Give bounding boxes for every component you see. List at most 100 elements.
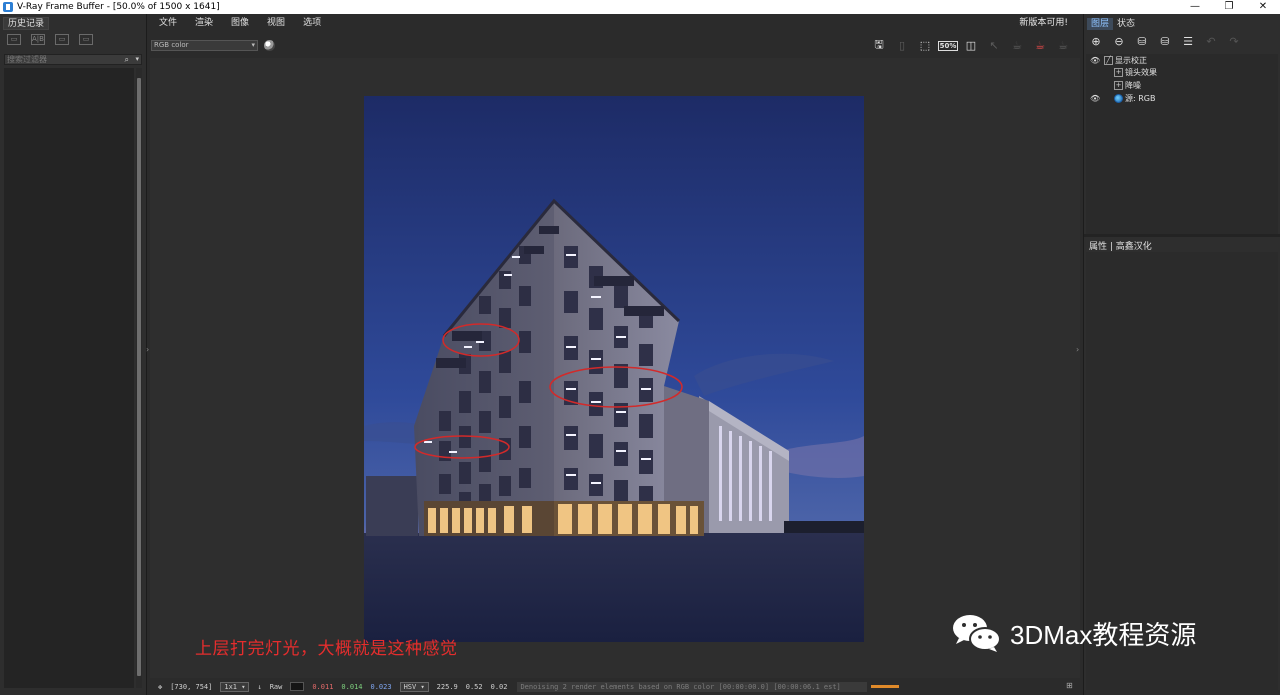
menu-options[interactable]: 选项 bbox=[303, 15, 321, 28]
render-last-icon[interactable]: ☕ bbox=[1008, 37, 1026, 54]
delete-history-icon[interactable]: ▭ bbox=[79, 34, 93, 45]
menu-file[interactable]: 文件 bbox=[159, 15, 177, 28]
value-value: 0.02 bbox=[490, 682, 508, 691]
layer-display-correction[interactable]: 👁 ╱ 显示校正 bbox=[1090, 55, 1147, 67]
window-controls: — ❐ ✕ bbox=[1178, 0, 1280, 14]
render-viewport[interactable] bbox=[150, 58, 1080, 678]
restore-button[interactable]: ❐ bbox=[1212, 0, 1246, 14]
layer-denoiser[interactable]: + 降噪 bbox=[1114, 80, 1141, 92]
menu-bar: 文件 渲染 图像 视图 选项 新版本可用! bbox=[150, 14, 1080, 29]
history-scrollbar[interactable] bbox=[136, 68, 142, 688]
layers-panel: 图层 状态 ⊕ ⊖ ⛁ ⛁ ☰ ↶ ↷ 👁 ╱ 显示校正 + 镜头效果 + 降噪 👁 … bbox=[1083, 14, 1280, 695]
history-toolbar: ▭ A|B ▭ ▭ bbox=[7, 34, 93, 45]
layer-toolbar: ⊕ ⊖ ⛁ ⛁ ☰ ↶ ↷ bbox=[1088, 34, 1242, 50]
ratio-select[interactable]: 1x1 ▾ bbox=[220, 681, 250, 692]
annotation-caption: 上层打完灯光，大概就是这种感觉 bbox=[195, 639, 458, 659]
tab-history[interactable]: 历史记录 bbox=[3, 17, 50, 30]
title-bar: V-Ray Frame Buffer - [50.0% of 1500 x 16… bbox=[0, 0, 1280, 14]
zoom-50-icon[interactable]: 50% bbox=[937, 37, 959, 54]
remove-layer-icon[interactable]: ⊖ bbox=[1111, 34, 1127, 50]
green-value: 0.014 bbox=[341, 682, 363, 691]
color-space-select[interactable]: HSV ▾ bbox=[399, 681, 429, 692]
layer-lens-effects[interactable]: + 镜头效果 bbox=[1114, 67, 1157, 79]
filter-input[interactable] bbox=[5, 55, 115, 64]
close-button[interactable]: ✕ bbox=[1246, 0, 1280, 14]
add-layer-icon[interactable]: ⊕ bbox=[1088, 34, 1104, 50]
track-mouse-status-icon[interactable]: ✥ bbox=[158, 683, 162, 691]
save-history-icon[interactable]: ▭ bbox=[7, 34, 21, 45]
vray-app-icon bbox=[3, 2, 13, 12]
scrollbar-thumb[interactable] bbox=[137, 78, 141, 676]
right-tabs: 图层 状态 bbox=[1087, 18, 1139, 30]
panel-splitter[interactable] bbox=[1084, 234, 1280, 237]
pick-color-icon[interactable]: ↓ bbox=[257, 683, 261, 691]
raw-mode-label: Raw bbox=[269, 682, 283, 691]
color-space-value: HSV bbox=[403, 682, 417, 691]
status-bar: ✥ [730, 754] 1x1 ▾ ↓ Raw 0.011 0.014 0.0… bbox=[150, 680, 1080, 693]
ratio-value: 1x1 bbox=[224, 682, 238, 691]
right-splitter-handle[interactable]: › bbox=[1076, 345, 1079, 354]
layer-label: 显示校正 bbox=[1115, 56, 1147, 65]
layer-label: 源: RGB bbox=[1125, 94, 1156, 103]
eye-icon[interactable]: 👁 bbox=[1090, 55, 1100, 67]
window-title: V-Ray Frame Buffer - [50.0% of 1500 x 16… bbox=[17, 2, 220, 12]
blue-value: 0.023 bbox=[370, 682, 392, 691]
channel-select[interactable]: RGB color ▾ bbox=[151, 40, 258, 51]
filter-box: ⌕ ▾ bbox=[4, 54, 142, 65]
progress-bar bbox=[871, 685, 900, 688]
layer-checkbox[interactable]: + bbox=[1114, 68, 1123, 77]
source-icon bbox=[1114, 94, 1123, 103]
layer-label: 降噪 bbox=[1125, 81, 1141, 90]
pixel-color-swatch bbox=[290, 682, 305, 691]
ab-compare-icon[interactable]: A|B bbox=[31, 34, 45, 45]
zoom-badge: 50% bbox=[937, 40, 959, 51]
watermark-text: 3DMax教程资源 bbox=[1010, 619, 1197, 650]
filter-dropdown-icon[interactable]: ▾ bbox=[135, 55, 139, 63]
layer-checkbox[interactable]: + bbox=[1114, 81, 1123, 90]
vfb-toolbar: RGB color ▾ 🖫 ▯ ⬚ 50% ◫ ↖ ☕ ☕ ☕ bbox=[150, 36, 1080, 56]
history-panel: 历史记录 ▭ A|B ▭ ▭ ⌕ ▾ bbox=[0, 14, 147, 695]
status-message: Denoising 2 render elements based on RGB… bbox=[517, 681, 868, 692]
rendered-image bbox=[364, 96, 864, 642]
undo-icon[interactable]: ↶ bbox=[1203, 34, 1219, 50]
properties-title: 属性 | 高鑫汉化 bbox=[1089, 242, 1152, 252]
folder-checkbox[interactable]: ╱ bbox=[1104, 56, 1113, 65]
watermark: 3DMax教程资源 bbox=[950, 612, 1196, 654]
layer-tree: 👁 ╱ 显示校正 + 镜头效果 + 降噪 👁 源: RGB bbox=[1086, 54, 1278, 234]
layer-label: 镜头效果 bbox=[1125, 68, 1157, 77]
load-history-icon[interactable]: ▭ bbox=[55, 34, 69, 45]
chevron-down-icon: ▾ bbox=[251, 41, 255, 49]
interactive-render-icon[interactable]: ☕ bbox=[1031, 37, 1049, 54]
pixel-coordinates: [730, 754] bbox=[170, 682, 213, 691]
building-render bbox=[364, 96, 864, 642]
stop-render-icon[interactable]: ☕ bbox=[1054, 37, 1072, 54]
layer-source-rgb[interactable]: 👁 源: RGB bbox=[1090, 93, 1155, 105]
fit-view-icon[interactable]: ◫ bbox=[962, 37, 980, 54]
load-layers-icon[interactable]: ⛁ bbox=[1157, 34, 1173, 50]
clear-image-icon[interactable]: ▯ bbox=[893, 37, 911, 54]
region-render-icon[interactable]: ⬚ bbox=[916, 37, 934, 54]
menu-view[interactable]: 视图 bbox=[267, 15, 285, 28]
tab-layers[interactable]: 图层 bbox=[1087, 18, 1114, 30]
redo-icon[interactable]: ↷ bbox=[1226, 34, 1242, 50]
left-splitter-handle[interactable]: › bbox=[146, 345, 149, 354]
search-icon[interactable]: ⌕ bbox=[125, 55, 129, 65]
color-mode-icon[interactable] bbox=[264, 40, 275, 51]
save-layers-icon[interactable]: ⛁ bbox=[1134, 34, 1150, 50]
menu-image[interactable]: 图像 bbox=[231, 15, 249, 28]
layer-list-icon[interactable]: ☰ bbox=[1180, 34, 1196, 50]
red-value: 0.011 bbox=[312, 682, 334, 691]
wechat-logo-icon bbox=[953, 615, 1001, 652]
channel-select-value: RGB color bbox=[154, 41, 189, 49]
log-icon[interactable]: ⊞ bbox=[1066, 681, 1073, 690]
menu-render[interactable]: 渲染 bbox=[195, 15, 213, 28]
minimize-button[interactable]: — bbox=[1178, 0, 1212, 14]
eye-icon[interactable]: 👁 bbox=[1090, 93, 1100, 105]
update-notice-link[interactable]: 新版本可用! bbox=[1019, 15, 1068, 28]
save-image-icon[interactable]: 🖫 bbox=[870, 37, 888, 54]
hue-value: 225.9 bbox=[436, 682, 458, 691]
tab-stats[interactable]: 状态 bbox=[1113, 18, 1139, 30]
history-list[interactable] bbox=[4, 68, 134, 688]
track-mouse-icon[interactable]: ↖ bbox=[985, 37, 1003, 54]
toolbar-icons: 🖫 ▯ ⬚ 50% ◫ ↖ ☕ ☕ ☕ bbox=[870, 37, 1072, 54]
